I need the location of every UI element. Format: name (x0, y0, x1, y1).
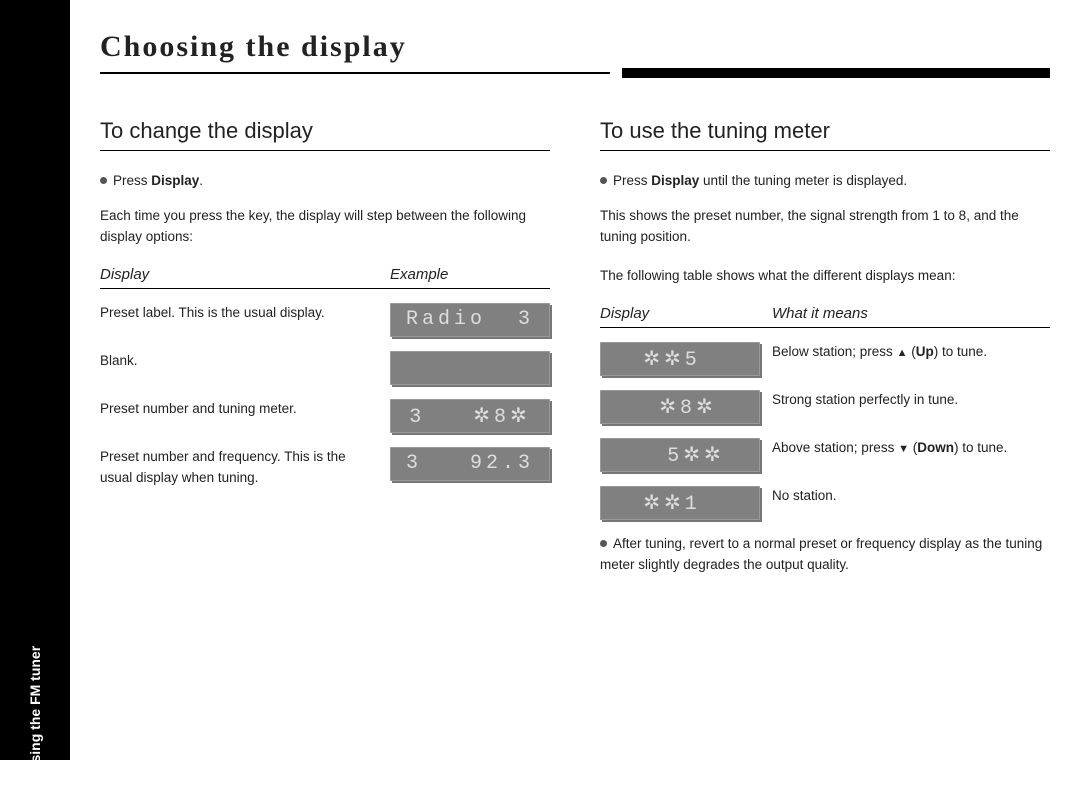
table-row: Blank. (100, 351, 550, 385)
display-options-table: Preset label. This is the usual display.… (100, 303, 550, 489)
row-desc: Below station; press ▲ (Up) to tune. (772, 342, 1050, 363)
table-header: Display What it means (600, 305, 1050, 328)
text: Press (113, 173, 151, 188)
manual-page: 14Using the FM tuner Choosing the displa… (0, 0, 1080, 760)
table-row: ✲✲1 No station. (600, 486, 1050, 520)
content: Choosing the display To change the displ… (100, 30, 1050, 740)
instruction-bullet: Press Display. (100, 173, 550, 188)
text: . (199, 173, 203, 188)
paragraph: The following table shows what the diffe… (600, 266, 1050, 287)
lcd-display: ✲8✲ (600, 390, 760, 424)
button-ref: Up (916, 344, 934, 359)
table-row: Preset number and tuning meter. 3 ✲8✲ (100, 399, 550, 433)
lcd-display (390, 351, 550, 385)
table-header: Display Example (100, 266, 550, 289)
sidebar-chapter: Using the FM tuner (27, 646, 43, 773)
instruction-bullet: After tuning, revert to a normal preset … (600, 534, 1050, 576)
lcd-display: ✲✲1 (600, 486, 760, 520)
table-row: 5✲✲ Above station; press ▼ (Down) to tun… (600, 438, 1050, 472)
button-ref: Down (917, 440, 954, 455)
instruction-bullet: Press Display until the tuning meter is … (600, 173, 1050, 188)
row-desc: Strong station perfectly in tune. (772, 390, 1050, 411)
lcd-display: 3 ✲8✲ (390, 399, 550, 433)
text: Press (613, 173, 651, 188)
paragraph: This shows the preset number, the signal… (600, 206, 1050, 248)
text: ) to tune. (934, 344, 987, 359)
title-rule (100, 68, 1050, 78)
left-column: To change the display Press Display. Eac… (100, 118, 550, 594)
col-header-display: Display (600, 305, 772, 322)
sidebar-label: 14 Using the FM tuner (27, 646, 43, 802)
down-triangle-icon: ▼ (898, 443, 909, 455)
lcd-display: Radio 3 (390, 303, 550, 337)
bullet-icon (100, 177, 107, 184)
row-desc: Above station; press ▼ (Down) to tune. (772, 438, 1050, 459)
table-row: Preset number and frequency. This is the… (100, 447, 550, 489)
text: After tuning, revert to a normal preset … (600, 536, 1042, 572)
row-desc: Preset number and tuning meter. (100, 399, 378, 420)
text: ( (909, 440, 917, 455)
sidebar: 14Using the FM tuner (0, 0, 70, 760)
col-header-display: Display (100, 266, 390, 283)
bullet-icon (600, 177, 607, 184)
table-row: ✲✲5 Below station; press ▲ (Up) to tune. (600, 342, 1050, 376)
row-desc: Blank. (100, 351, 378, 372)
tuning-meter-table: ✲✲5 Below station; press ▲ (Up) to tune.… (600, 342, 1050, 520)
table-row: ✲8✲ Strong station perfectly in tune. (600, 390, 1050, 424)
text: ) to tune. (954, 440, 1007, 455)
page-number: 14 (27, 787, 43, 802)
section-heading-tuning-meter: To use the tuning meter (600, 118, 1050, 151)
lcd-display: 5✲✲ (600, 438, 760, 472)
button-ref: Display (151, 173, 199, 188)
up-triangle-icon: ▲ (897, 347, 908, 359)
columns: To change the display Press Display. Eac… (100, 118, 1050, 594)
row-desc: No station. (772, 486, 1050, 507)
row-desc: Preset number and frequency. This is the… (100, 447, 378, 489)
page-title: Choosing the display (100, 30, 1050, 68)
col-header-example: Example (390, 266, 550, 283)
right-column: To use the tuning meter Press Display un… (600, 118, 1050, 594)
bullet-icon (600, 540, 607, 547)
row-desc: Preset label. This is the usual display. (100, 303, 378, 324)
lcd-display: 3 92.3 (390, 447, 550, 481)
lcd-display: ✲✲5 (600, 342, 760, 376)
button-ref: Display (651, 173, 699, 188)
section-heading-change-display: To change the display (100, 118, 550, 151)
paragraph: Each time you press the key, the display… (100, 206, 550, 248)
col-header-meaning: What it means (772, 305, 1050, 322)
text: Above station; press (772, 440, 898, 455)
table-row: Preset label. This is the usual display.… (100, 303, 550, 337)
text: until the tuning meter is displayed. (699, 173, 907, 188)
text: Below station; press (772, 344, 897, 359)
text: ( (907, 344, 915, 359)
